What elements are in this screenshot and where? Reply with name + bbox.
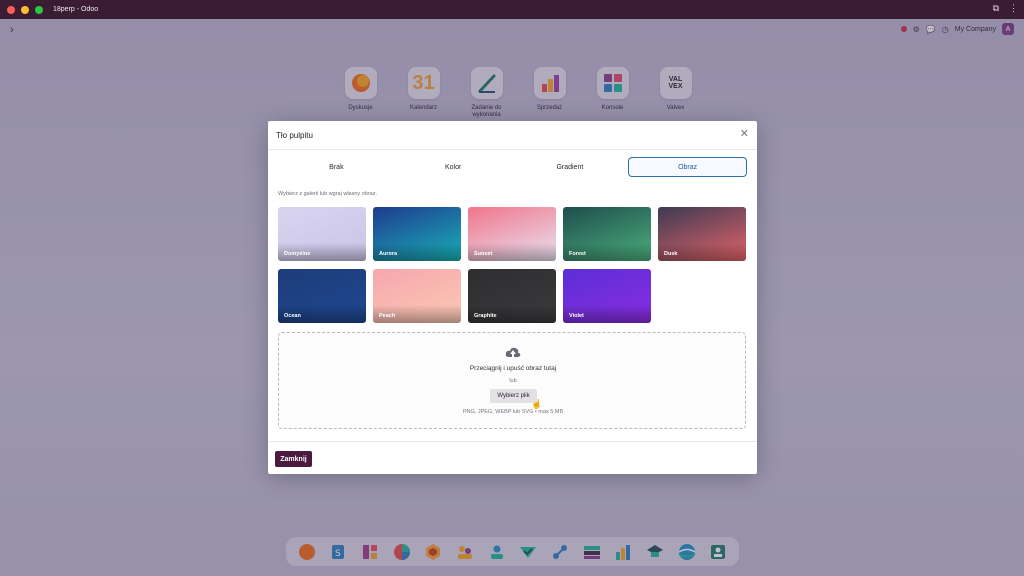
gallery-thumb-violet[interactable]: Violet xyxy=(563,269,651,323)
dropzone-text: Przeciągnij i upuść obraz tutaj xyxy=(469,365,557,372)
thumb-label: Violet xyxy=(569,313,584,319)
gallery-thumb-graphite[interactable]: Graphite xyxy=(468,269,556,323)
close-button[interactable]: Zamknij xyxy=(275,451,312,467)
gallery-thumb-aurora[interactable]: Aurora xyxy=(373,207,461,261)
window-title: 18perp - Odoo xyxy=(53,6,99,13)
gallery-thumb-peach[interactable]: Peach xyxy=(373,269,461,323)
traffic-lights xyxy=(7,5,43,14)
gallery-thumb-ocean[interactable]: Ocean xyxy=(278,269,366,323)
gallery-thumb-default[interactable]: Domyślne xyxy=(278,207,366,261)
choose-file-button[interactable]: Wybierz plik xyxy=(490,389,537,403)
thumb-label: Graphite xyxy=(474,313,497,319)
maximize-window-button[interactable] xyxy=(35,5,43,14)
gallery-hint: Wybierz z galerii lub wgraj własny obraz… xyxy=(278,191,377,197)
thumb-label: Dusk xyxy=(664,251,678,257)
thumb-label: Ocean xyxy=(284,313,301,319)
dropzone-formats: PNG, JPEG, WEBP lub SVG • max 5 MB xyxy=(462,409,564,415)
dialog-title: Tło pulpitu xyxy=(276,130,313,140)
thumb-label: Peach xyxy=(379,313,396,319)
dialog-footer: Zamknij xyxy=(268,441,757,474)
close-window-button[interactable] xyxy=(7,5,15,14)
tab-none[interactable]: Brak xyxy=(278,157,395,177)
extensions-icon[interactable]: ⧉ xyxy=(993,3,999,14)
upload-dropzone[interactable]: Przeciągnij i upuść obraz tutaj lub Wybi… xyxy=(278,332,746,429)
gallery-thumb-sunset[interactable]: Sunset xyxy=(468,207,556,261)
titlebar-actions: ⧉ ⋮ xyxy=(993,3,1018,14)
minimize-window-button[interactable] xyxy=(21,5,29,14)
gallery-thumb-dusk[interactable]: Dusk xyxy=(658,207,746,261)
tab-color[interactable]: Kolor xyxy=(395,157,512,177)
thumb-label: Domyślne xyxy=(284,251,311,257)
background-type-tabs: Brak Kolor Gradient Obraz xyxy=(278,157,747,177)
background-dialog: Tło pulpitu ✕ Brak Kolor Gradient Obraz … xyxy=(268,121,757,474)
dialog-header: Tło pulpitu xyxy=(268,121,757,150)
tab-gradient[interactable]: Gradient xyxy=(512,157,629,177)
gallery-thumb-forest[interactable]: Forest xyxy=(563,207,651,261)
close-icon[interactable]: ✕ xyxy=(740,129,749,140)
dropzone-or: lub xyxy=(509,378,517,384)
thumb-label: Forest xyxy=(569,251,586,257)
tab-image[interactable]: Obraz xyxy=(628,157,747,177)
thumb-label: Aurora xyxy=(379,251,398,257)
thumb-label: Sunset xyxy=(474,251,493,257)
window-titlebar: 18perp - Odoo ⧉ ⋮ xyxy=(0,0,1024,19)
cloud-upload-icon xyxy=(505,347,521,357)
more-menu-icon[interactable]: ⋮ xyxy=(1009,3,1018,14)
